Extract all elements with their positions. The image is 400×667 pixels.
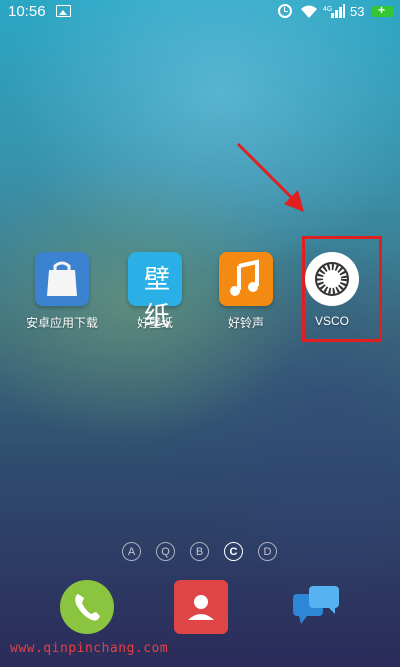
page-indicator-b[interactable]: B	[190, 542, 209, 561]
page-indicator-a[interactable]: A	[122, 542, 141, 561]
app-ringtone[interactable]: 好铃声	[206, 252, 286, 331]
phone-button[interactable]	[60, 580, 114, 634]
signal-icon: 4G	[323, 4, 345, 18]
status-bar: 10:56 4G 53	[0, 0, 400, 24]
page-indicator-d[interactable]: D	[258, 542, 277, 561]
page-indicator: A Q B C D	[122, 542, 282, 564]
page-indicator-q[interactable]: Q	[156, 542, 175, 561]
highlight-box	[302, 236, 382, 342]
page-indicator-c[interactable]: C	[224, 542, 243, 561]
contact-icon	[188, 595, 214, 620]
contacts-button[interactable]	[174, 580, 228, 634]
alarm-icon	[278, 4, 292, 18]
wallpaper-icon: 壁纸	[128, 252, 182, 332]
image-notification-icon	[56, 5, 71, 17]
app-android-download[interactable]: 安卓应用下载	[22, 252, 102, 331]
chat-icon	[293, 586, 339, 624]
messages-button[interactable]	[289, 580, 343, 634]
battery-percent: 53	[350, 4, 365, 19]
svg-text:4G: 4G	[323, 6, 332, 13]
status-time: 10:56	[8, 3, 46, 20]
phone-icon	[75, 594, 100, 621]
app-wallpaper[interactable]: 壁纸 好壁纸	[115, 252, 195, 332]
app-label: 好铃声	[227, 316, 264, 330]
shopping-bag-icon	[35, 252, 89, 306]
watermark: www.qinpinchang.com	[10, 641, 169, 656]
battery-icon	[372, 3, 394, 17]
red-arrow-annotation	[236, 142, 304, 212]
app-label: 安卓应用下载	[25, 316, 98, 330]
wifi-icon	[301, 5, 317, 18]
music-note-icon	[219, 252, 273, 306]
